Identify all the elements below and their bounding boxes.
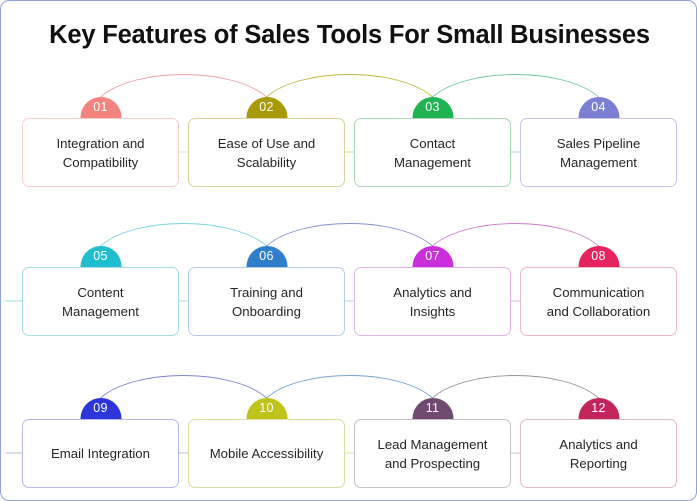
infographic-page: Key Features of Sales Tools For Small Bu… xyxy=(0,0,697,501)
arc-connector xyxy=(100,74,267,98)
feature-card-12[interactable]: Analytics and Reporting 12 xyxy=(520,398,677,490)
feature-card-label: Lead Management and Prospecting xyxy=(377,436,488,471)
feature-card-06[interactable]: Training and Onboarding 06 xyxy=(188,246,345,338)
feature-card-box[interactable]: Contact Management xyxy=(354,118,511,187)
feature-row: Content Management 05 Training and Onboard… xyxy=(1,246,696,346)
feature-card-box[interactable]: Sales Pipeline Management xyxy=(520,118,677,187)
arc-connector xyxy=(266,375,433,399)
feature-card-label: Contact Management xyxy=(394,135,471,170)
feature-card-02[interactable]: Ease of Use and Scalability 02 xyxy=(188,97,345,189)
arc-connector xyxy=(100,375,267,399)
step-number-badge: 05 xyxy=(80,246,121,267)
arc-connector xyxy=(100,223,267,247)
arc-connector xyxy=(432,375,599,399)
feature-row: Integration and Compatibility 01 Ease of U… xyxy=(1,97,696,197)
feature-card-box[interactable]: Ease of Use and Scalability xyxy=(188,118,345,187)
feature-card-label: Analytics and Reporting xyxy=(559,436,638,471)
step-number-badge: 10 xyxy=(246,398,287,419)
feature-card-label: Email Integration xyxy=(51,446,150,461)
step-number-badge: 06 xyxy=(246,246,287,267)
step-number-badge: 07 xyxy=(412,246,453,267)
feature-card-11[interactable]: Lead Management and Prospecting 11 xyxy=(354,398,511,490)
step-number-badge: 08 xyxy=(578,246,619,267)
feature-card-03[interactable]: Contact Management 03 xyxy=(354,97,511,189)
arc-connector xyxy=(266,223,433,247)
feature-card-box[interactable]: Training and Onboarding xyxy=(188,267,345,336)
step-number-badge: 04 xyxy=(578,97,619,118)
feature-card-label: Content Management xyxy=(62,284,139,319)
feature-card-box[interactable]: Email Integration xyxy=(22,419,179,488)
step-number-badge: 12 xyxy=(578,398,619,419)
feature-card-10[interactable]: Mobile Accessibility 10 xyxy=(188,398,345,490)
feature-card-box[interactable]: Lead Management and Prospecting xyxy=(354,419,511,488)
feature-card-09[interactable]: Email Integration 09 xyxy=(22,398,179,490)
feature-card-box[interactable]: Content Management xyxy=(22,267,179,336)
feature-card-box[interactable]: Mobile Accessibility xyxy=(188,419,345,488)
arc-connector xyxy=(432,74,599,98)
feature-card-07[interactable]: Analytics and Insights 07 xyxy=(354,246,511,338)
feature-card-box[interactable]: Analytics and Insights xyxy=(354,267,511,336)
feature-card-label: Integration and Compatibility xyxy=(56,135,145,170)
step-number-badge: 09 xyxy=(80,398,121,419)
page-title: Key Features of Sales Tools For Small Bu… xyxy=(49,21,650,49)
feature-card-08[interactable]: Communication and Collaboration 08 xyxy=(520,246,677,338)
feature-card-01[interactable]: Integration and Compatibility 01 xyxy=(22,97,179,189)
feature-card-label: Mobile Accessibility xyxy=(209,446,324,461)
feature-card-05[interactable]: Content Management 05 xyxy=(22,246,179,338)
feature-card-label: Sales Pipeline Management xyxy=(556,135,641,170)
step-number-badge: 01 xyxy=(80,97,121,118)
feature-card-label: Ease of Use and Scalability xyxy=(217,135,316,170)
arc-connector xyxy=(432,223,599,247)
feature-card-box[interactable]: Communication and Collaboration xyxy=(520,267,677,336)
feature-card-box[interactable]: Integration and Compatibility xyxy=(22,118,179,187)
step-number-badge: 02 xyxy=(246,97,287,118)
feature-card-box[interactable]: Analytics and Reporting xyxy=(520,419,677,488)
feature-card-label: Analytics and Insights xyxy=(393,284,472,319)
feature-card-label: Training and Onboarding xyxy=(230,284,303,319)
arc-connector xyxy=(266,74,433,98)
feature-card-04[interactable]: Sales Pipeline Management 04 xyxy=(520,97,677,189)
step-number-badge: 03 xyxy=(412,97,453,118)
feature-row: Email Integration 09 Mobile Accessibility 1… xyxy=(1,398,696,498)
step-number-badge: 11 xyxy=(412,398,453,419)
feature-card-label: Communication and Collaboration xyxy=(546,284,651,319)
